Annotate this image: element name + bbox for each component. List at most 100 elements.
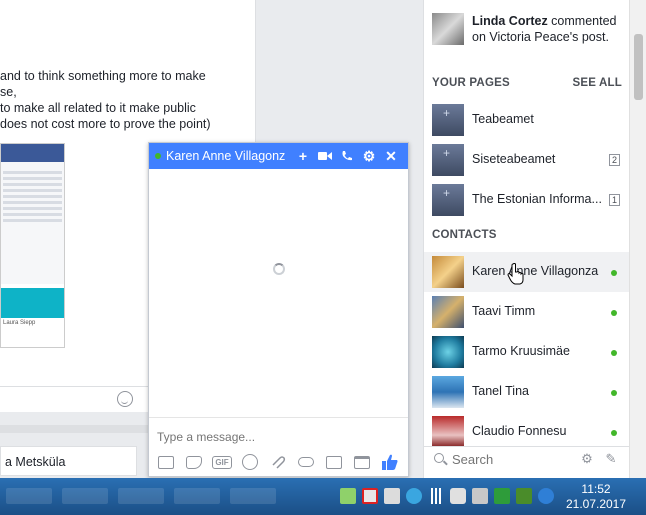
page-name: Siseteabeamet <box>472 152 556 166</box>
notification-count-badge: 2 <box>608 154 620 166</box>
page-avatar <box>432 144 464 176</box>
calendar-icon[interactable] <box>351 451 373 473</box>
taskbar-item[interactable] <box>174 488 220 504</box>
see-all-link[interactable]: SEE ALL <box>572 77 622 89</box>
message-input[interactable] <box>157 430 387 444</box>
camera-icon[interactable] <box>323 451 345 473</box>
plus-icon[interactable]: + <box>292 146 314 166</box>
gear-icon[interactable]: ⚙ <box>580 452 594 466</box>
taskbar-item[interactable] <box>62 488 108 504</box>
online-status-icon <box>611 350 617 356</box>
thumb-header <box>1 144 64 162</box>
scrollbar-thumb[interactable] <box>634 34 643 100</box>
volume-icon[interactable] <box>450 488 466 504</box>
online-status-icon <box>611 270 617 276</box>
contact-name: Tarmo Kruusimäe <box>472 344 570 358</box>
chat-contact-name[interactable]: Karen Anne Villagonz <box>166 149 292 163</box>
your-pages-heading: YOUR PAGES SEE ALL <box>432 77 622 93</box>
network-error-icon[interactable] <box>362 488 378 504</box>
compose-icon[interactable]: ✎ <box>604 452 618 466</box>
thumb-caption: Laura Siepp <box>3 320 36 326</box>
post-line: to make all related to it make public <box>0 101 196 115</box>
page-name: Teabeamet <box>472 112 534 126</box>
attachment-icon[interactable] <box>267 451 289 473</box>
clock[interactable]: 11:52 21.07.2017 <box>560 482 632 512</box>
avatar <box>432 416 464 446</box>
thumb-body <box>1 162 64 284</box>
emoji-icon[interactable] <box>117 391 133 407</box>
page-item[interactable]: Teabeamet <box>424 100 630 140</box>
avatar[interactable] <box>432 13 464 45</box>
contact-name: Claudio Fonnesu <box>472 424 567 438</box>
post-line: does not cost more to prove the point) <box>0 117 211 131</box>
skype-icon[interactable] <box>538 488 554 504</box>
page-name: The Estonian Informa... <box>472 192 602 206</box>
clipboard-icon[interactable] <box>384 488 400 504</box>
search-icon <box>434 453 444 463</box>
thumb-footer <box>1 288 64 318</box>
phone-icon[interactable] <box>336 146 358 166</box>
post-line: and to think something more to make <box>0 69 206 83</box>
system-tray <box>340 484 554 508</box>
online-status-icon <box>155 153 161 159</box>
avatar <box>432 296 464 328</box>
tray-app-icon[interactable] <box>516 488 532 504</box>
contact-item[interactable]: Claudio Fonnesu <box>424 412 630 446</box>
signal-icon[interactable] <box>428 488 444 504</box>
photo-icon[interactable] <box>155 451 177 473</box>
clock-date: 21.07.2017 <box>565 497 627 511</box>
taskbar: 11:52 21.07.2017 <box>0 478 646 515</box>
like-icon[interactable] <box>380 452 400 472</box>
taskbar-item[interactable] <box>230 488 276 504</box>
ticker-actor[interactable]: Linda Cortez <box>472 14 548 28</box>
contact-name: Taavi Timm <box>472 304 536 318</box>
search-input[interactable] <box>452 452 572 467</box>
tray-app-icon[interactable] <box>406 488 422 504</box>
close-icon[interactable]: ✕ <box>380 146 402 166</box>
taskbar-item[interactable] <box>6 488 52 504</box>
section-title: YOUR PAGES <box>432 77 510 89</box>
battery-icon[interactable] <box>494 488 510 504</box>
emoji-icon[interactable] <box>239 451 261 473</box>
contact-item[interactable]: Taavi Timm <box>424 292 630 332</box>
game-icon[interactable] <box>295 451 317 473</box>
ticker-item[interactable]: Linda Cortez commented on Victoria Peace… <box>432 10 622 50</box>
chat-window[interactable]: Karen Anne Villagonz + ⚙ ✕ GIF <box>148 142 409 477</box>
scrollbar[interactable] <box>629 0 646 478</box>
avatar <box>432 336 464 368</box>
sidebar-search-bar[interactable]: ⚙ ✎ <box>424 446 630 472</box>
notification-count-badge: 1 <box>608 194 620 206</box>
chat-messages-area <box>149 169 408 417</box>
gif-icon[interactable]: GIF <box>211 451 233 473</box>
next-post-author[interactable]: a Metsküla <box>0 446 137 476</box>
contact-item[interactable]: Karen Anne Villagonza <box>424 252 630 292</box>
right-sidebar: Linda Cortez commented on Victoria Peace… <box>423 0 630 478</box>
contact-item[interactable]: Tanel Tina <box>424 372 630 412</box>
chat-header[interactable]: Karen Anne Villagonz + ⚙ ✕ <box>149 143 408 169</box>
contacts-heading: CONTACTS <box>432 229 497 241</box>
contact-name: Karen Anne Villagonza <box>472 264 599 278</box>
power-icon[interactable] <box>472 488 488 504</box>
page-avatar <box>432 104 464 136</box>
online-status-icon <box>611 310 617 316</box>
video-icon[interactable] <box>314 146 336 166</box>
online-status-icon <box>611 430 617 436</box>
page-item[interactable]: The Estonian Informa... 1 <box>424 180 630 220</box>
contact-name: Tanel Tina <box>472 384 529 398</box>
gear-icon[interactable]: ⚙ <box>358 146 380 166</box>
tray-app-icon[interactable] <box>340 488 356 504</box>
chat-toolbar: GIF <box>149 447 408 477</box>
online-status-icon <box>611 390 617 396</box>
chat-input-area[interactable] <box>149 417 408 447</box>
hand-cursor-icon <box>507 263 524 285</box>
sticker-icon[interactable] <box>183 451 205 473</box>
page-item[interactable]: Siseteabeamet 2 <box>424 140 630 180</box>
ticker-text: Linda Cortez commented on Victoria Peace… <box>472 13 622 45</box>
page-avatar <box>432 184 464 216</box>
taskbar-item[interactable] <box>118 488 164 504</box>
clock-time: 11:52 <box>581 482 611 496</box>
contact-item[interactable]: Tarmo Kruusimäe <box>424 332 630 372</box>
shared-screenshot-thumbnail[interactable]: Laura Siepp <box>0 143 65 348</box>
loading-spinner-icon <box>273 263 285 275</box>
post-text: and to think something more to make se, … <box>0 68 256 132</box>
